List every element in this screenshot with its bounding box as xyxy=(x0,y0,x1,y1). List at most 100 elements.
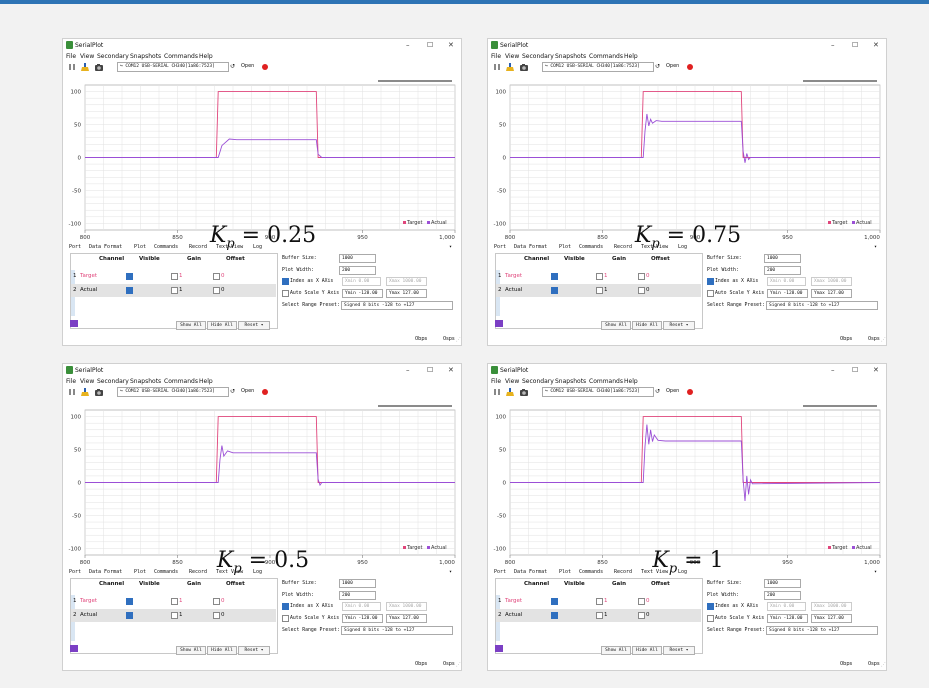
tab-data-format[interactable]: Data Format xyxy=(514,244,547,250)
menu-snapshots[interactable]: Snapshots xyxy=(130,53,161,60)
maximize-icon[interactable]: ☐ xyxy=(852,366,858,374)
resize-grip-icon[interactable]: ⋰ xyxy=(456,662,461,668)
reload-ports-icon[interactable]: ↺ xyxy=(655,388,660,395)
menu-commands[interactable]: Commands xyxy=(589,378,623,385)
offset-value[interactable]: 0 xyxy=(221,287,225,293)
tab-commands[interactable]: Commands xyxy=(579,244,603,250)
offset-checkbox[interactable] xyxy=(213,273,220,280)
tab-plot[interactable]: Plot xyxy=(559,569,571,575)
tab-plot[interactable]: Plot xyxy=(134,569,146,575)
gain-checkbox[interactable] xyxy=(171,598,178,605)
close-icon[interactable]: ✕ xyxy=(873,41,879,49)
menu-file[interactable]: File xyxy=(491,378,501,385)
channel-color-swatch[interactable] xyxy=(70,320,78,327)
minimize-icon[interactable]: – xyxy=(831,41,835,49)
open-port-button[interactable]: Open xyxy=(241,388,254,394)
maximize-icon[interactable]: ☐ xyxy=(427,366,433,374)
hide-all-button[interactable]: Hide All xyxy=(207,321,237,330)
resize-grip-icon[interactable]: ⋰ xyxy=(881,337,886,343)
tab-scroll-down-icon[interactable]: ▾ xyxy=(874,569,877,575)
range-preset-select[interactable]: Signed 8 bits -128 to +127 xyxy=(341,301,453,310)
hide-all-button[interactable]: Hide All xyxy=(207,646,237,655)
pause-icon[interactable] xyxy=(493,63,501,71)
menu-file[interactable]: File xyxy=(66,53,76,60)
tab-data-format[interactable]: Data Format xyxy=(89,244,122,250)
xmin-spinbox[interactable]: Xmin 0.00 xyxy=(342,277,381,286)
menu-commands[interactable]: Commands xyxy=(164,378,198,385)
offset-value[interactable]: 0 xyxy=(221,612,225,618)
tab-commands[interactable]: Commands xyxy=(579,569,603,575)
close-icon[interactable]: ✕ xyxy=(448,41,454,49)
tab-commands[interactable]: Commands xyxy=(154,569,178,575)
index-x-axis-checkbox[interactable] xyxy=(707,603,714,610)
menu-secondary[interactable]: Secondary xyxy=(522,378,554,385)
clear-broom-icon[interactable] xyxy=(81,388,89,396)
menu-secondary[interactable]: Secondary xyxy=(97,378,129,385)
offset-value[interactable]: 0 xyxy=(221,598,225,604)
menu-help[interactable]: Help xyxy=(199,53,213,60)
range-preset-select[interactable]: Signed 8 bits -128 to +127 xyxy=(766,301,878,310)
reload-ports-icon[interactable]: ↺ xyxy=(230,63,235,70)
tab-record[interactable]: Record xyxy=(189,244,207,250)
channel-name[interactable]: Target xyxy=(505,598,522,604)
open-port-button[interactable]: Open xyxy=(241,63,254,69)
pause-icon[interactable] xyxy=(68,388,76,396)
channel-name[interactable]: Actual xyxy=(505,287,522,293)
plot-width-spinbox[interactable]: 200 xyxy=(764,591,801,600)
gain-checkbox[interactable] xyxy=(171,612,178,619)
snapshot-camera-icon[interactable] xyxy=(520,63,528,71)
tab-log[interactable]: Log xyxy=(678,244,687,250)
xmax-spinbox[interactable]: Xmax 1000.00 xyxy=(811,277,852,286)
offset-checkbox[interactable] xyxy=(213,287,220,294)
show-all-button[interactable]: Show All xyxy=(176,646,206,655)
offset-checkbox[interactable] xyxy=(638,612,645,619)
record-icon[interactable] xyxy=(262,64,268,70)
menu-snapshots[interactable]: Snapshots xyxy=(130,378,161,385)
channel-name[interactable]: Actual xyxy=(80,287,97,293)
tab-plot[interactable]: Plot xyxy=(559,244,571,250)
channel-name[interactable]: Target xyxy=(80,598,97,604)
xmax-spinbox[interactable]: Xmax 1000.00 xyxy=(811,602,852,611)
visible-checkbox[interactable] xyxy=(126,598,133,605)
buffer-size-spinbox[interactable]: 1000 xyxy=(764,254,801,263)
index-x-axis-checkbox[interactable] xyxy=(282,603,289,610)
ymax-spinbox[interactable]: Ymax 127.00 xyxy=(811,614,852,623)
menu-view[interactable]: View xyxy=(80,378,94,385)
offset-checkbox[interactable] xyxy=(213,612,220,619)
close-icon[interactable]: ✕ xyxy=(873,366,879,374)
port-select[interactable]: ↪ COM12 USB-SERIAL CH340[1a86:7523] xyxy=(117,387,229,397)
xmin-spinbox[interactable]: Xmin 0.00 xyxy=(342,602,381,611)
offset-value[interactable]: 0 xyxy=(646,273,650,279)
visible-checkbox[interactable] xyxy=(551,287,558,294)
channel-color-swatch[interactable] xyxy=(495,320,503,327)
channel-name[interactable]: Target xyxy=(505,273,522,279)
gain-value[interactable]: 1 xyxy=(604,273,608,279)
menu-commands[interactable]: Commands xyxy=(589,53,623,60)
ymin-spinbox[interactable]: Ymin -128.00 xyxy=(342,614,383,623)
offset-checkbox[interactable] xyxy=(213,598,220,605)
tab-scroll-down-icon[interactable]: ▾ xyxy=(874,244,877,250)
resize-grip-icon[interactable]: ⋰ xyxy=(456,337,461,343)
table-row[interactable]: 2 Actual 1 0 xyxy=(71,284,276,297)
gain-checkbox[interactable] xyxy=(171,273,178,280)
gain-value[interactable]: 1 xyxy=(179,287,183,293)
snapshot-camera-icon[interactable] xyxy=(520,388,528,396)
table-row[interactable]: 1 Target 1 0 xyxy=(71,270,276,283)
reset-button[interactable]: Reset ▾ xyxy=(663,321,695,330)
table-row[interactable]: 1 Target 1 0 xyxy=(496,270,701,283)
tab-text-view[interactable]: Text View xyxy=(641,244,668,250)
tab-log[interactable]: Log xyxy=(253,569,262,575)
channel-color-swatch[interactable] xyxy=(495,645,503,652)
tab-log[interactable]: Log xyxy=(253,244,262,250)
record-icon[interactable] xyxy=(262,389,268,395)
plot-area[interactable]: 100 50 0 -50 -100 800 850 900 950 1,000 Target Actu… xyxy=(488,398,886,576)
port-select[interactable]: ↪ COM12 USB-SERIAL CH340[1a86:7523] xyxy=(542,62,654,72)
gain-value[interactable]: 1 xyxy=(604,612,608,618)
menu-view[interactable]: View xyxy=(505,378,519,385)
index-x-axis-checkbox[interactable] xyxy=(707,278,714,285)
tab-scroll-down-icon[interactable]: ▾ xyxy=(449,244,452,250)
visible-checkbox[interactable] xyxy=(551,612,558,619)
tab-record[interactable]: Record xyxy=(189,569,207,575)
channel-color-swatch[interactable] xyxy=(70,645,78,652)
plot-width-spinbox[interactable]: 200 xyxy=(339,591,376,600)
